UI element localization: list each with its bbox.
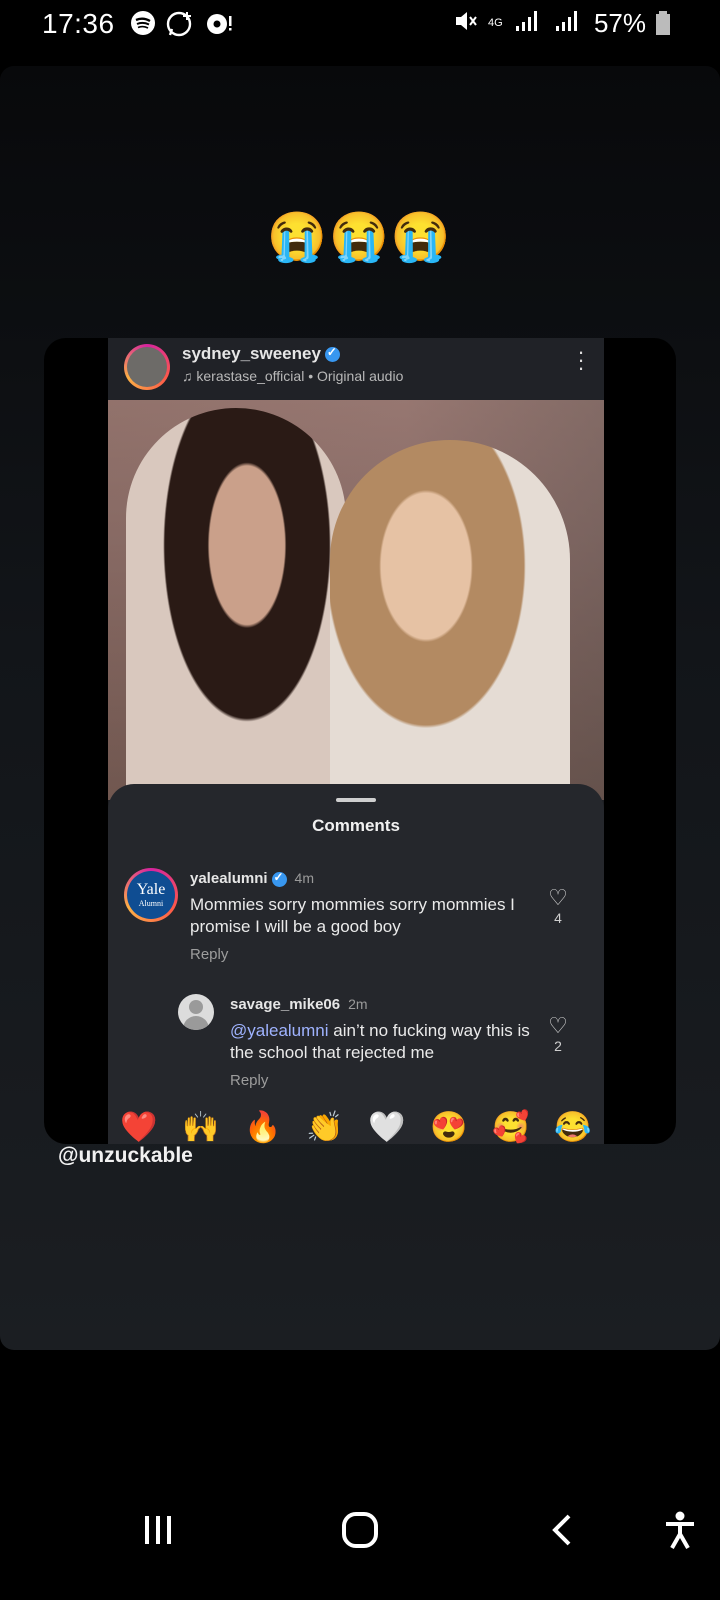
music-note-icon: ♫ [182,368,193,384]
photo-person-left [126,408,346,800]
audio-label: ♫ kerastase_official • Original audio [182,368,404,384]
reaction-bar: ❤️ 🙌 🔥 👏 🤍 😍 🥰 😂 [108,1110,604,1144]
comment-username: yalealumni4m [190,870,314,887]
reaction-emoji: ❤️ [120,1111,158,1144]
story-card[interactable]: 😭😭😭 sydney_sweeney ♫ kerastase_official … [0,66,720,1350]
comment-like: ♡ 4 [528,885,588,927]
post-header: sydney_sweeney ♫ kerastase_official • Or… [108,338,604,400]
mute-icon [452,8,478,39]
verified-badge-icon [324,345,340,363]
post-photo [108,400,604,800]
comments-title: Comments [312,816,400,835]
reel-screen: sydney_sweeney ♫ kerastase_official • Or… [108,338,604,1144]
sheet-handle [336,798,376,802]
reaction-emoji: 🥰 [492,1111,530,1144]
heart-icon: ♡ [548,1013,568,1038]
poster-avatar [124,344,170,390]
accessibility-icon[interactable] [650,1500,710,1560]
yale-alumni-avatar: Yale Alumni [124,868,178,922]
status-bar: 17:36 4G 57% [0,0,720,56]
spotify-icon [130,10,156,36]
signal-icon [514,9,544,38]
reaction-emoji: 😍 [430,1111,468,1144]
reaction-emoji: 🔥 [244,1111,282,1144]
comments-sheet: Comments YaleAlumni yalealumni4m Mommies… [108,784,604,1144]
reaction-emoji: 🤍 [368,1111,406,1144]
battery-icon [656,11,670,35]
credit-mention[interactable]: @unzuckable [58,1144,193,1168]
battery-percent: 57% [593,7,646,38]
comment-reply-link: Reply [190,946,229,963]
comment-text: Mommies sorry mommies sorry mommies I pr… [190,895,515,936]
network-type-icon: 4G [487,16,503,29]
recent-apps-button[interactable] [128,1500,188,1560]
music-notification-icon [206,10,232,36]
whatsapp-icon [166,10,192,37]
comment-username: savage_mike06 2m [230,996,368,1013]
comment-like: ♡ 2 [528,1013,588,1055]
screenshot-sticker: sydney_sweeney ♫ kerastase_official • Or… [44,338,676,1144]
poster-username: sydney_sweeney [182,344,340,364]
like-count: 2 [554,1038,562,1054]
default-avatar [178,994,214,1030]
more-options-icon: · · · [577,339,585,380]
home-button[interactable] [330,1500,390,1560]
mention-link: @yalealumni [230,1021,329,1040]
status-right: 4G 57% [452,8,670,38]
comment-text: @yalealumni ain’t no fucking way this is… [230,1021,530,1062]
story-caption-emoji: 😭😭😭 [267,211,453,264]
verified-badge-icon [271,870,287,887]
reaction-emoji: 🙌 [182,1111,220,1144]
reaction-emoji: 👏 [306,1111,344,1144]
reaction-emoji: 😂 [554,1111,592,1144]
photo-person-right [330,440,570,800]
back-button[interactable] [532,1500,592,1560]
signal-icon-2 [554,9,584,38]
system-nav-bar [0,1460,720,1600]
like-count: 4 [554,910,562,926]
heart-icon: ♡ [548,885,568,910]
clock: 17:36 [42,8,115,39]
comment-reply-link: Reply [230,1072,269,1089]
